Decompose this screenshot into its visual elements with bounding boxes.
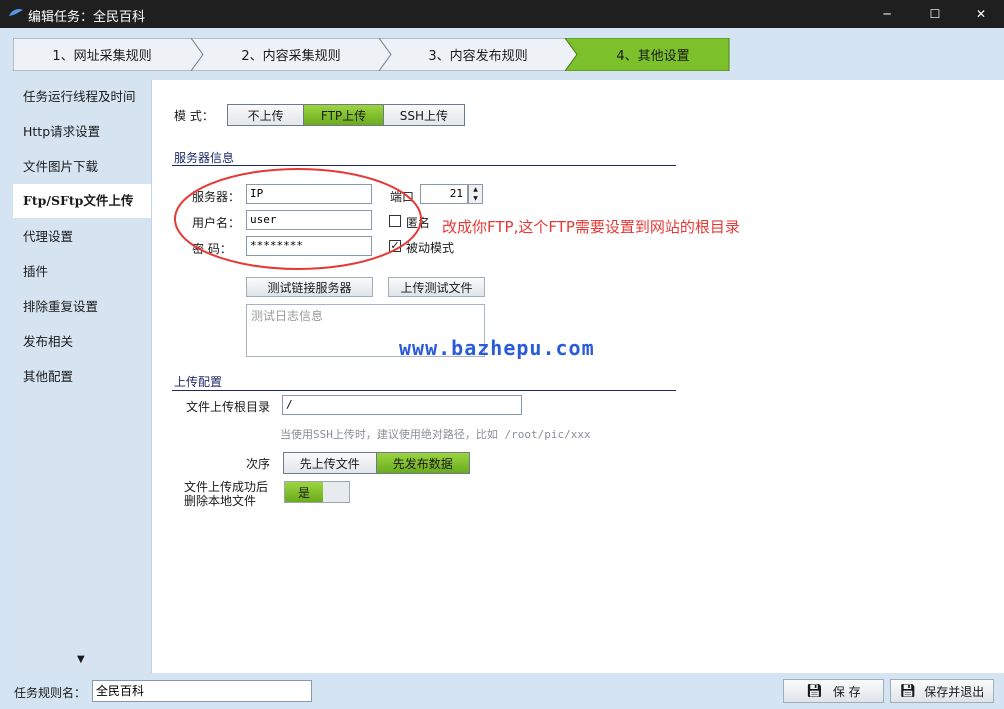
close-button[interactable]: ✕ xyxy=(958,0,1004,28)
rule-name-input[interactable]: 全民百科 xyxy=(92,680,312,702)
upload-root-label: 文件上传根目录 xyxy=(186,400,271,414)
sidebar-item-file-download[interactable]: 文件图片下载 xyxy=(13,150,151,184)
upload-root-input[interactable]: / xyxy=(282,395,522,415)
mode-label: 模 式： xyxy=(174,109,214,123)
test-connect-button[interactable]: 测试链接服务器 xyxy=(246,277,373,297)
mode-option-none[interactable]: 不上传 xyxy=(228,105,305,125)
order-option-upload-first[interactable]: 先上传文件 xyxy=(284,453,377,473)
sidebar-item-other-config[interactable]: 其他配置 xyxy=(13,360,151,394)
save-button[interactable]: 💾︎ 保 存 xyxy=(783,679,884,703)
order-label: 次序 xyxy=(246,457,271,471)
floppy-disk-icon: 💾︎ xyxy=(899,683,917,699)
wizard-steps: 1、网址采集规则 2、内容采集规则 3、内容发布规则 4、其他设置 xyxy=(13,38,730,71)
watermark-text: www.bazhepu.com xyxy=(399,336,595,360)
title-bar: 编辑任务：全民百科 ─ ☐ ✕ xyxy=(0,0,1004,28)
settings-sidebar: 任务运行线程及时间 Http请求设置 文件图片下载 Ftp/SFtp文件上传 代… xyxy=(13,80,152,673)
step-other-settings[interactable]: 4、其他设置 xyxy=(577,38,729,71)
settings-panel: 模 式： 不上传 FTP上传 SSH上传 服务器信息 服务器： IP 端口 21… xyxy=(152,80,1004,673)
close-icon: ✕ xyxy=(975,7,987,21)
sidebar-item-dedupe[interactable]: 排除重复设置 xyxy=(13,290,151,324)
sidebar-item-plugins[interactable]: 插件 xyxy=(13,255,151,289)
step-content-rules[interactable]: 2、内容采集规则 xyxy=(203,38,379,71)
order-option-publish-first[interactable]: 先发布数据 xyxy=(376,453,469,473)
step-label: 2、内容采集规则 xyxy=(241,49,341,64)
delete-local-label-line2: 删除本地文件 xyxy=(184,494,257,508)
order-selector: 先上传文件 先发布数据 xyxy=(283,452,470,474)
step-label: 1、网址采集规则 xyxy=(52,49,152,64)
spin-down-icon[interactable]: ▼ xyxy=(469,194,482,203)
save-exit-button-label: 保存并退出 xyxy=(924,684,985,699)
annotation-text: 改成你FTP,这个FTP需要设置到网站的根目录 xyxy=(442,218,740,236)
step-publish-rules[interactable]: 3、内容发布规则 xyxy=(391,38,565,71)
sidebar-item-ftp-upload[interactable]: Ftp/SFtp文件上传 xyxy=(13,184,151,218)
maximize-button[interactable]: ☐ xyxy=(912,0,958,28)
port-spinner[interactable]: ▲ ▼ xyxy=(468,184,483,204)
scroll-down-icon[interactable]: ▼ xyxy=(77,654,85,665)
footer-bar: 任务规则名： 全民百科 💾︎ 保 存 💾︎ 保存并退出 xyxy=(0,673,1004,709)
minimize-button[interactable]: ─ xyxy=(864,0,910,28)
window-title: 编辑任务：全民百科 xyxy=(28,10,146,25)
rule-name-label: 任务规则名： xyxy=(14,686,87,700)
server-section-title: 服务器信息 xyxy=(174,151,235,165)
mode-option-ssh[interactable]: SSH上传 xyxy=(383,105,464,125)
step-url-rules[interactable]: 1、网址采集规则 xyxy=(13,38,191,71)
annotation-ellipse xyxy=(174,168,422,270)
spin-up-icon[interactable]: ▲ xyxy=(469,185,482,194)
minimize-icon: ─ xyxy=(883,7,891,21)
step-label: 3、内容发布规则 xyxy=(428,49,528,64)
app-logo-icon xyxy=(9,9,23,16)
step-label: 4、其他设置 xyxy=(616,49,690,64)
sidebar-item-thread-time[interactable]: 任务运行线程及时间 xyxy=(13,80,151,114)
upload-test-file-button[interactable]: 上传测试文件 xyxy=(388,277,485,297)
delete-local-toggle[interactable]: 是 xyxy=(284,481,350,503)
mode-option-ftp[interactable]: FTP上传 xyxy=(304,105,384,125)
upload-section-title: 上传配置 xyxy=(174,375,223,389)
sidebar-item-publish[interactable]: 发布相关 xyxy=(13,325,151,359)
sidebar-item-proxy[interactable]: 代理设置 xyxy=(13,220,151,254)
port-input[interactable]: 21 xyxy=(420,184,468,204)
save-exit-button[interactable]: 💾︎ 保存并退出 xyxy=(890,679,994,703)
toggle-on-label: 是 xyxy=(285,482,323,502)
mode-selector: 不上传 FTP上传 SSH上传 xyxy=(227,104,465,126)
save-button-label: 保 存 xyxy=(832,684,861,699)
maximize-icon: ☐ xyxy=(929,7,941,21)
floppy-disk-icon: 💾︎ xyxy=(806,683,823,699)
sidebar-item-http-request[interactable]: Http请求设置 xyxy=(13,115,151,149)
upload-section-divider xyxy=(172,390,676,391)
upload-root-hint: 当使用SSH上传时，建议使用绝对路径，比如 /root/pic/xxx xyxy=(280,428,591,441)
